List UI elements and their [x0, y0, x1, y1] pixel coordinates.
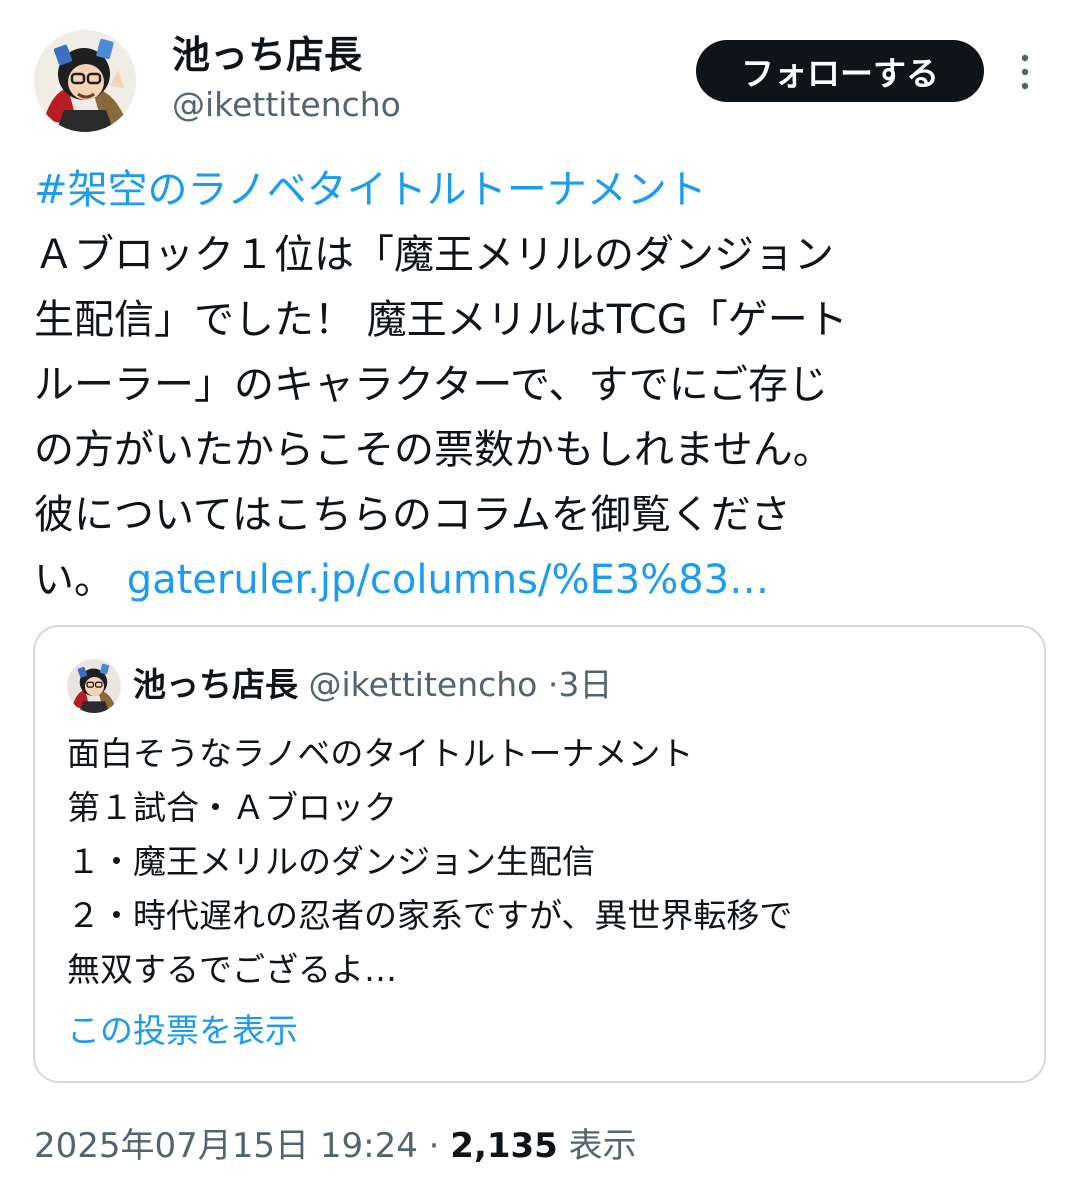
avatar-illustration — [34, 30, 136, 132]
tweet-body: #架空のラノベタイトルトーナメント Ａブロック１位は「魔王メリルのダンジョン 生配信… — [34, 158, 1044, 613]
follow-button[interactable]: フォローする — [696, 40, 984, 102]
quoted-line: ２・時代遅れの忍者の家系ですが、異世界転移で — [67, 896, 793, 935]
quoted-separator: · — [547, 665, 559, 704]
avatar-illustration — [67, 659, 121, 713]
body-text-segment: い。 — [34, 557, 127, 603]
author-name[interactable]: 池っち店長 — [172, 32, 362, 78]
quoted-time[interactable]: 3日 — [558, 665, 612, 704]
tweet-body-line: い。 gateruler.jp/columns/%E3%83… — [34, 548, 1044, 613]
tweet-body-line: 彼についてはこちらのコラムを御覧くださ — [34, 483, 1044, 548]
quoted-author-handle[interactable]: @ikettitencho — [309, 665, 538, 704]
url-link[interactable]: gateruler.jp/columns/%E3%83… — [127, 557, 769, 603]
quoted-author-name[interactable]: 池っち店長 — [133, 665, 298, 704]
timestamp[interactable]: 2025年07月15日 19:24 — [34, 1126, 418, 1166]
quoted-body: 面白そうなラノベのタイトルトーナメント 第１試合・Ａブロック １・魔王メリルのダ… — [67, 727, 1027, 997]
body-text-segment: Ａブロック１位は「魔王メリルのダンジョン — [34, 232, 834, 278]
body-text-segment: ルーラー」のキャラクターで、すでにご存じ — [34, 362, 828, 408]
quoted-tweet-card[interactable]: 池っち店長 @ikettitencho ·3日 面白そうなラノベのタイトルトーナ… — [33, 625, 1046, 1083]
view-label: 表示 — [568, 1126, 637, 1166]
tweet-footer: 2025年07月15日 19:24 · 2,135 表示 — [34, 1122, 637, 1170]
author-handle[interactable]: @ikettitencho — [172, 84, 401, 126]
quoted-avatar — [67, 659, 121, 713]
quoted-header: 池っち店長 @ikettitencho ·3日 — [133, 661, 612, 709]
body-text-segment: 生配信」でした！ 魔王メリルはTCG「ゲート — [34, 297, 848, 343]
hashtag-link[interactable]: #架空のラノベタイトルトーナメント — [34, 167, 707, 213]
more-vertical-icon[interactable] — [1010, 50, 1040, 94]
quoted-line: 第１試合・Ａブロック — [67, 788, 397, 827]
tweet-body-line: Ａブロック１位は「魔王メリルのダンジョン — [34, 223, 1044, 288]
tweet-body-line: 生配信」でした！ 魔王メリルはTCG「ゲート — [34, 288, 1044, 353]
view-count: 2,135 — [450, 1126, 558, 1166]
body-text-segment: の方がいたからこその票数かもしれません。 — [34, 427, 833, 473]
tweet-body-line: #架空のラノベタイトルトーナメント — [34, 158, 1044, 223]
quoted-line: 無双するでござるよ… — [67, 950, 397, 989]
body-text-segment: 彼についてはこちらのコラムを御覧くださ — [34, 492, 791, 538]
footer-separator: · — [428, 1126, 440, 1166]
tweet-body-line: の方がいたからこその票数かもしれません。 — [34, 418, 1044, 483]
tweet-body-line: ルーラー」のキャラクターで、すでにご存じ — [34, 353, 1044, 418]
quoted-line: １・魔王メリルのダンジョン生配信 — [67, 842, 595, 881]
avatar[interactable] — [34, 30, 136, 132]
show-poll-link[interactable]: この投票を表示 — [67, 1007, 298, 1055]
tweet: 池っち店長 @ikettitencho フォローする #架空のラノベタイトルトー… — [0, 0, 1080, 1199]
quoted-line: 面白そうなラノベのタイトルトーナメント — [67, 734, 694, 773]
